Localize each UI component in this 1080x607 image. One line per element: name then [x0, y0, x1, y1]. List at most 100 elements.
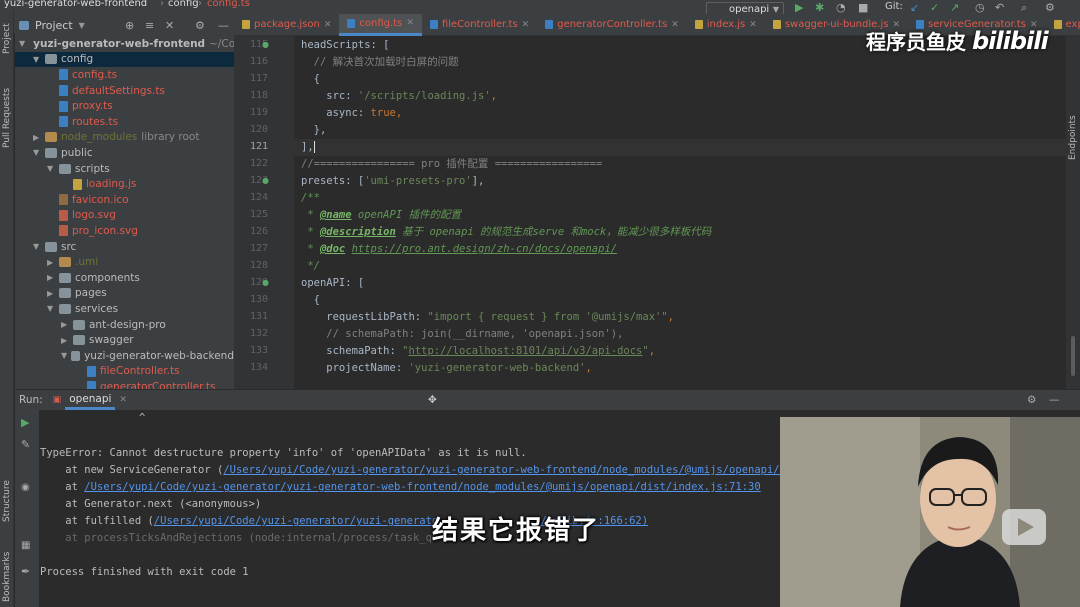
- editor-tab[interactable]: fileController.ts ✕: [422, 14, 537, 36]
- wrench-icon[interactable]: ✎: [21, 438, 30, 451]
- tree-item[interactable]: ▼ yuzi-generator-web-backend: [15, 348, 234, 364]
- implementation-marker-icon[interactable]: ●: [262, 176, 269, 185]
- editor-tab[interactable]: package.json ✕: [234, 14, 339, 36]
- scroll-thumb[interactable]: [1071, 336, 1075, 376]
- tree-item[interactable]: loading.js: [15, 176, 234, 192]
- chevron-down-icon[interactable]: ▼: [47, 164, 55, 173]
- chevron-down-icon[interactable]: ▼: [19, 39, 25, 48]
- hide-panel-icon[interactable]: —: [1049, 394, 1060, 406]
- breadcrumb-file[interactable]: config.ts: [207, 0, 250, 9]
- folder-icon: [71, 350, 81, 361]
- tree-item[interactable]: ▶ ant-design-pro: [15, 317, 234, 333]
- run-tab-openapi[interactable]: openapi: [65, 391, 116, 410]
- chevron-right-icon[interactable]: ▶: [61, 336, 69, 345]
- editor-tab[interactable]: generatorController.ts ✕: [537, 14, 687, 36]
- close-icon[interactable]: ✕: [324, 20, 332, 30]
- pull-requests-tool-tab[interactable]: Pull Requests: [2, 88, 12, 148]
- chevron-right-icon[interactable]: ▶: [47, 289, 55, 298]
- camera-icon[interactable]: ◉: [21, 482, 30, 493]
- tree-item-label: routes.ts: [72, 115, 119, 128]
- git-update-icon[interactable]: ↙: [910, 1, 919, 14]
- editor-tab-label: config.ts: [359, 17, 403, 29]
- tree-item[interactable]: ▶ pages: [15, 286, 234, 302]
- tree-item[interactable]: fileController.ts: [15, 364, 234, 380]
- chevron-down-icon[interactable]: ▼: [47, 304, 55, 313]
- close-icon[interactable]: ✕: [749, 20, 757, 30]
- tree-item[interactable]: logo.svg: [15, 208, 234, 224]
- chevron-down-icon[interactable]: ▼: [33, 148, 41, 157]
- tree-item[interactable]: generatorController.ts: [15, 379, 234, 389]
- tree-item[interactable]: routes.ts: [15, 114, 234, 130]
- editor-tab[interactable]: config.ts ✕: [339, 13, 422, 36]
- implementation-marker-icon[interactable]: ●: [262, 278, 269, 287]
- tree-item-label: components: [75, 271, 140, 284]
- chevron-right-icon[interactable]: ▶: [47, 258, 55, 267]
- tree-item[interactable]: ▶ node_modules library root: [15, 130, 234, 146]
- tree-item[interactable]: proxy.ts: [15, 98, 234, 114]
- tree-item[interactable]: ▶ components: [15, 270, 234, 286]
- chevron-right-icon[interactable]: ▶: [47, 273, 55, 282]
- breadcrumb-folder[interactable]: config: [168, 0, 199, 9]
- bookmarks-tool-tab[interactable]: Bookmarks: [2, 552, 12, 602]
- tree-item-label: defaultSettings.ts: [72, 84, 165, 97]
- line-number: 131: [249, 311, 268, 322]
- rerun-icon[interactable]: ▶: [21, 416, 29, 429]
- tree-item[interactable]: ▶ swagger: [15, 332, 234, 348]
- chevron-right-icon[interactable]: ▶: [61, 320, 69, 329]
- tree-item[interactable]: favicon.ico: [15, 192, 234, 208]
- coverage-icon[interactable]: ◔: [836, 1, 846, 14]
- close-icon[interactable]: ✕: [522, 20, 530, 30]
- console-exit: Process finished with exit code 1: [40, 566, 249, 578]
- move-handle-icon[interactable]: ✥: [428, 394, 437, 406]
- pin-icon[interactable]: ✒: [21, 565, 30, 578]
- svg-file-icon: [59, 209, 68, 221]
- tree-item[interactable]: ▼ config: [15, 51, 234, 68]
- chevron-down-icon[interactable]: ▼: [79, 21, 85, 30]
- editor-tab[interactable]: exp✕: [1046, 14, 1080, 36]
- chevron-down-icon[interactable]: ▼: [61, 351, 67, 360]
- project-tool-tab[interactable]: Project: [2, 23, 12, 54]
- stack-link[interactable]: /Users/yupi/Code/yuzi-generator/yuzi-gen…: [154, 515, 438, 527]
- tree-item[interactable]: ▼ services: [15, 301, 234, 317]
- tree-item[interactable]: config.ts: [15, 67, 234, 83]
- tree-item[interactable]: ▶ .umi: [15, 254, 234, 270]
- chevron-right-icon[interactable]: ▶: [33, 133, 41, 142]
- stack-link[interactable]: /Users/yupi/Code/yuzi-generator/yuzi-gen…: [84, 481, 760, 493]
- collapse-all-icon[interactable]: ≡: [145, 19, 154, 32]
- endpoints-tool-tab[interactable]: Endpoints: [1068, 115, 1078, 160]
- structure-tool-tab[interactable]: Structure: [2, 480, 12, 522]
- layout-icon[interactable]: ▦: [21, 540, 30, 551]
- stack-link[interactable]: /Users/yupi/Code/yuzi-generator/yuzi-gen…: [223, 464, 786, 476]
- chevron-down-icon[interactable]: ▼: [33, 55, 41, 64]
- git-push-icon[interactable]: ↗: [950, 1, 959, 14]
- tree-item[interactable]: ▼ yuzi-generator-web-frontend ~/Co: [15, 36, 234, 52]
- project-panel-title[interactable]: Project: [35, 19, 73, 32]
- locate-icon[interactable]: ⊕: [125, 19, 134, 32]
- tree-item[interactable]: ▼ src: [15, 239, 234, 255]
- settings-icon[interactable]: ⚙: [1045, 1, 1055, 14]
- close-icon[interactable]: ✕: [119, 395, 127, 405]
- implementation-marker-icon[interactable]: ●: [262, 40, 269, 49]
- run-icon[interactable]: ▶: [795, 1, 803, 14]
- close-icon[interactable]: ✕: [671, 20, 679, 30]
- js-file-icon: [73, 178, 82, 190]
- rollback-icon[interactable]: ↶: [995, 1, 1004, 14]
- close-icon[interactable]: ✕: [406, 18, 414, 28]
- breadcrumb-project[interactable]: yuzi-generator-web-frontend: [4, 0, 147, 9]
- gear-icon[interactable]: ⚙: [1027, 394, 1036, 406]
- code-editor[interactable]: headScripts: [ // 解决首次加载时白屏的问题 { src: '/…: [294, 36, 1066, 389]
- tree-item[interactable]: ▼ public: [15, 145, 234, 161]
- gear-icon[interactable]: ⚙: [195, 19, 205, 32]
- editor-scrollbar[interactable]: [1066, 36, 1080, 389]
- tree-item[interactable]: ▼ scripts: [15, 161, 234, 177]
- expand-all-icon[interactable]: ✕: [165, 19, 174, 32]
- tree-item[interactable]: pro_icon.svg: [15, 223, 234, 239]
- git-commit-icon[interactable]: ✓: [930, 1, 939, 14]
- editor-tab[interactable]: index.js ✕: [687, 14, 765, 36]
- tree-item[interactable]: defaultSettings.ts: [15, 83, 234, 99]
- stop-icon[interactable]: ■: [858, 1, 868, 14]
- chevron-down-icon[interactable]: ▼: [33, 242, 41, 251]
- hide-panel-icon[interactable]: —: [218, 19, 229, 32]
- history-icon[interactable]: ◷: [975, 1, 985, 14]
- debug-icon[interactable]: ✱: [815, 1, 824, 14]
